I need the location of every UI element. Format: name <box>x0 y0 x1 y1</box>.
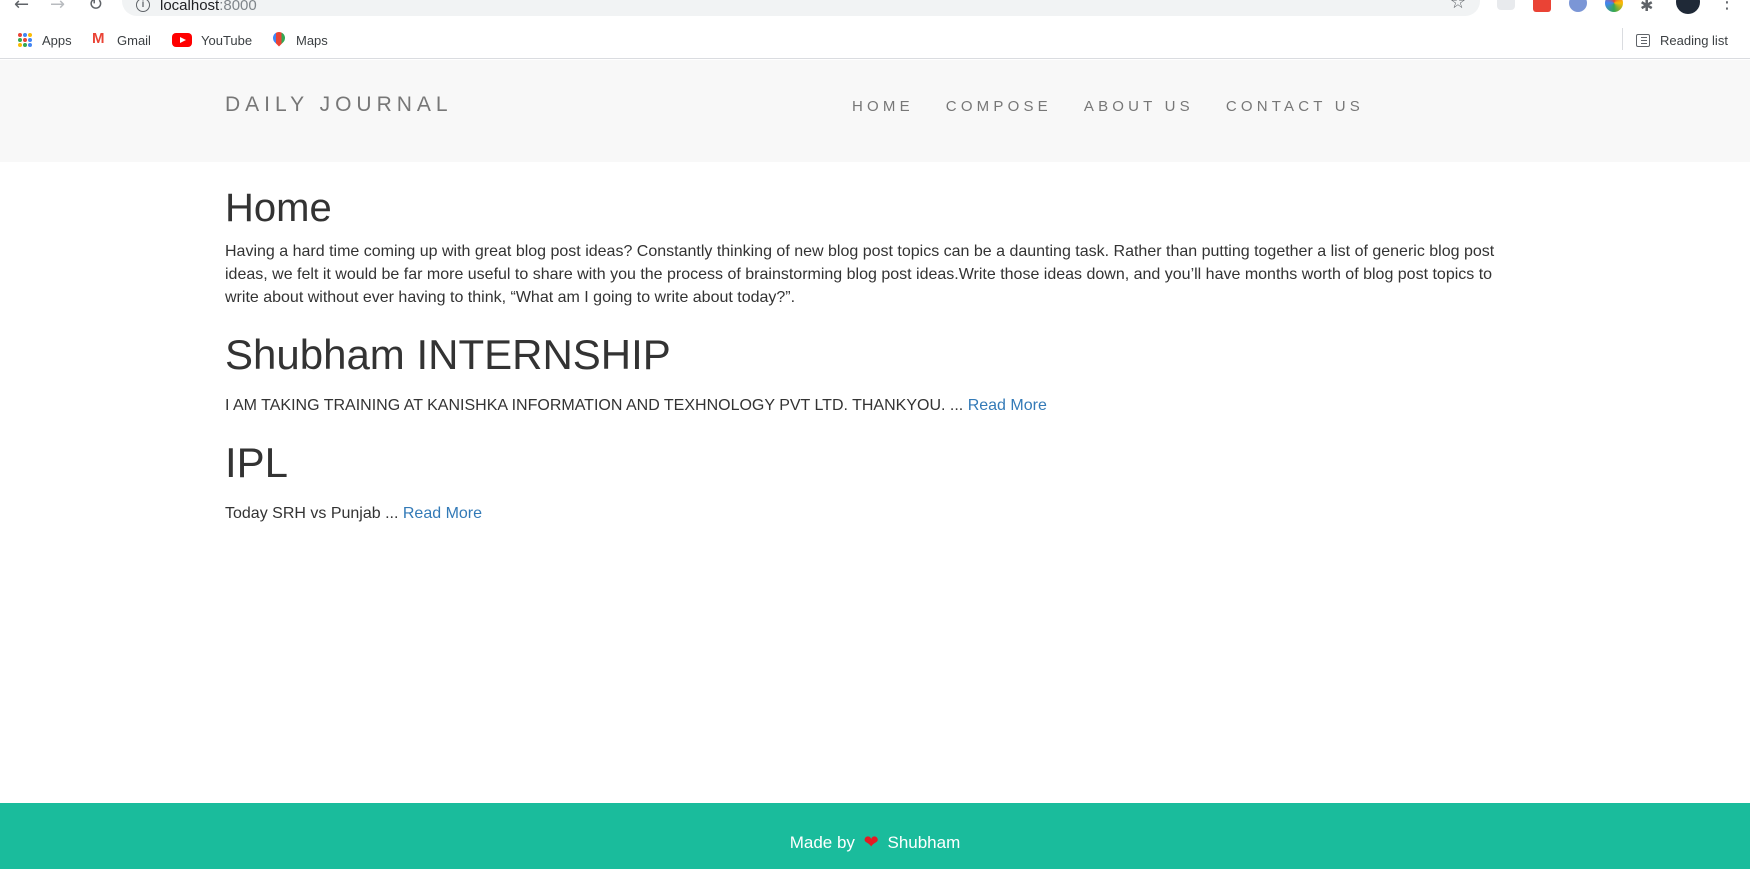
profile-avatar[interactable] <box>1676 0 1700 14</box>
read-more-link[interactable]: Read More <box>403 505 482 522</box>
forward-arrow-icon[interactable]: → <box>50 0 65 15</box>
page-title: Home <box>225 186 332 230</box>
bookmark-label: Maps <box>296 32 328 48</box>
nav-contact-us[interactable]: CONTACT US <box>1226 98 1364 115</box>
maps-icon <box>273 32 285 48</box>
bookmarks-bar: Apps Gmail YouTube Maps Reading list <box>0 22 1750 59</box>
nav-home[interactable]: HOME <box>852 98 914 115</box>
site-footer: Made by ❤ Shubham <box>0 803 1750 869</box>
browser-toolbar: ← → ↻ i localhost:8000 ☆ ✱ ⋮ <box>0 0 1750 22</box>
extension-icon[interactable] <box>1569 0 1587 12</box>
post-excerpt-text: I AM TAKING TRAINING AT KANISHKA INFORMA… <box>225 397 964 414</box>
address-bar[interactable]: i localhost:8000 ☆ <box>122 0 1480 16</box>
address-url[interactable]: localhost:8000 <box>160 0 257 14</box>
post-excerpt-text: Today SRH vs Punjab ... <box>225 505 399 522</box>
reading-list-button[interactable]: Reading list <box>1636 30 1728 50</box>
heart-icon: ❤ <box>863 832 879 853</box>
divider <box>1622 28 1623 50</box>
footer-credit: Made by ❤ Shubham <box>0 832 1750 853</box>
bookmark-apps[interactable]: Apps <box>18 30 72 50</box>
site-info-icon[interactable]: i <box>136 0 150 12</box>
footer-made-by: Made by <box>789 833 855 852</box>
bookmark-star-icon[interactable]: ☆ <box>1450 0 1466 13</box>
gmail-icon <box>92 30 108 47</box>
bookmark-label: Gmail <box>117 32 151 48</box>
post-title: Shubham INTERNSHIP <box>225 331 671 378</box>
bookmark-label: Apps <box>42 32 72 48</box>
nav-links: HOME COMPOSE ABOUT US CONTACT US <box>820 98 1364 115</box>
site-brand[interactable]: DAILY JOURNAL <box>225 93 453 117</box>
extension-icon[interactable] <box>1605 0 1623 12</box>
post-excerpt: Today SRH vs Punjab ... Read More <box>225 503 1525 525</box>
main-content: Home Having a hard time coming up with g… <box>225 178 1525 525</box>
extension-icon[interactable] <box>1497 0 1515 10</box>
reading-list-label: Reading list <box>1660 32 1728 48</box>
back-arrow-icon[interactable]: ← <box>14 0 29 15</box>
intro-paragraph: Having a hard time coming up with great … <box>225 243 1495 306</box>
apps-grid-icon <box>18 33 32 47</box>
footer-author: Shubham <box>887 833 961 852</box>
bookmark-maps[interactable]: Maps <box>273 30 328 50</box>
reading-list-icon <box>1636 33 1650 47</box>
post-excerpt: I AM TAKING TRAINING AT KANISHKA INFORMA… <box>225 395 1525 417</box>
site-navbar: DAILY JOURNAL HOME COMPOSE ABOUT US CONT… <box>0 60 1750 162</box>
nav-compose[interactable]: COMPOSE <box>946 98 1052 115</box>
extension-icon[interactable] <box>1533 0 1551 12</box>
post-title: IPL <box>225 439 289 486</box>
bookmark-youtube[interactable]: YouTube <box>172 30 252 50</box>
reload-icon[interactable]: ↻ <box>88 0 103 15</box>
youtube-icon <box>172 33 192 47</box>
nav-about-us[interactable]: ABOUT US <box>1084 98 1194 115</box>
bookmark-gmail[interactable]: Gmail <box>92 30 151 50</box>
kebab-menu-icon[interactable]: ⋮ <box>1718 0 1736 13</box>
read-more-link[interactable]: Read More <box>968 397 1047 414</box>
bookmark-label: YouTube <box>201 32 253 48</box>
extensions-puzzle-icon[interactable]: ✱ <box>1640 0 1658 15</box>
